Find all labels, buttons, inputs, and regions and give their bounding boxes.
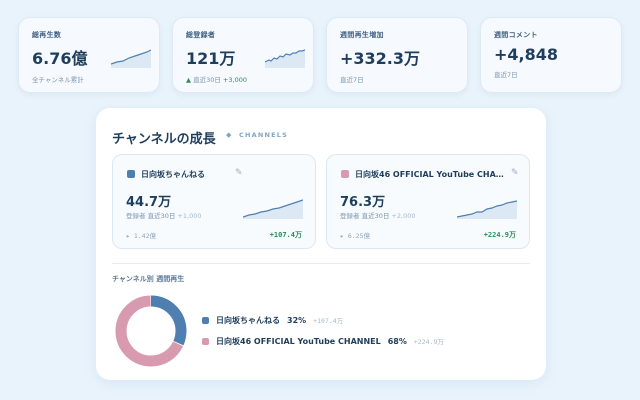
pencil-icon[interactable]: ✎ [235, 168, 243, 178]
channel-color-dot [341, 170, 349, 178]
sparkline-chart [111, 49, 151, 68]
channel-color-dot [127, 170, 135, 178]
channel-sub-delta: +2,000 [391, 212, 416, 220]
stat-sub: ▲ 直近30日 +3,000 [186, 74, 301, 84]
divider [112, 263, 530, 264]
channel-growth: +224.9万 [483, 231, 516, 239]
diamond-icon: ◆ [226, 131, 232, 139]
channel-sub-main: 登録者 直近30日 [340, 212, 390, 220]
channel-card[interactable]: 日向坂46 OFFICIAL YouTube CHA… ✎ 76.3万 登録者 … [326, 154, 530, 249]
channel-sub: 登録者 直近30日 +1,000 [126, 210, 201, 220]
channel-views: ▸ 6.25億 [340, 230, 370, 240]
legend-growth: +107.4万 [313, 317, 344, 325]
panel-subtitle: CHANNELS [239, 131, 288, 139]
legend-percent: 32% [287, 315, 307, 325]
stat-sub: 直近7日 [494, 71, 518, 79]
legend-percent: 68% [387, 336, 407, 346]
stat-card-total-subscribers: 総登録者 121万 ▲ 直近30日 +3,000 [172, 17, 314, 93]
sparkline-chart [243, 199, 303, 219]
stat-value: +4,848 [494, 45, 559, 64]
stat-label: 週間コメント [494, 31, 538, 39]
channel-views-value: 6.25億 [347, 232, 370, 240]
stat-card-weekly-comments: 週間コメント +4,848 直近7日 [480, 17, 622, 93]
stat-value: +332.3万 [340, 49, 421, 68]
weekly-share-donut [115, 295, 187, 367]
stat-sub: 直近7日 [340, 76, 364, 84]
play-icon: ▸ [126, 232, 130, 240]
stat-sub-delta: +3,000 [222, 76, 247, 84]
legend-item: 日向坂46 OFFICIAL YouTube CHANNEL 68% +224.… [202, 335, 444, 347]
channel-sub-main: 登録者 直近30日 [126, 212, 176, 220]
channel-growth-panel: チャンネルの成長 ◆ CHANNELS 日向坂ちゃんねる ✎ 44.7万 登録者… [96, 108, 546, 380]
legend-growth: +224.9万 [413, 338, 444, 346]
legend-color-dot [202, 316, 209, 324]
play-icon: ▸ [340, 232, 344, 240]
channel-name: 日向坂46 OFFICIAL YouTube CHA… [355, 170, 504, 179]
channel-name: 日向坂ちゃんねる [141, 170, 205, 179]
channel-sub-delta: +1,000 [177, 212, 202, 220]
weekly-views-title: チャンネル別 週間再生 [112, 275, 185, 283]
stat-label: 総登録者 [186, 31, 216, 39]
channel-subscribers: 76.3万 [340, 195, 386, 210]
legend-name: 日向坂46 OFFICIAL YouTube CHANNEL [216, 336, 381, 346]
channel-views: ▸ 1.42億 [126, 230, 156, 240]
channel-card[interactable]: 日向坂ちゃんねる ✎ 44.7万 登録者 直近30日 +1,000 ▸ 1.42… [112, 154, 316, 249]
channel-subscribers: 44.7万 [126, 195, 172, 210]
stat-card-total-views: 総再生数 6.76億 全チャンネル累計 [18, 17, 160, 93]
stat-sub-main: 直近30日 [193, 76, 221, 84]
stat-card-weekly-views: 週間再生増加 +332.3万 直近7日 [326, 17, 468, 93]
sparkline-chart [265, 49, 305, 68]
legend-color-dot [202, 337, 209, 345]
channel-views-value: 1.42億 [133, 232, 156, 240]
sparkline-chart [457, 200, 517, 219]
stat-sub: 全チャンネル累計 [32, 76, 84, 84]
channel-growth: +107.4万 [269, 231, 302, 239]
legend-name: 日向坂ちゃんねる [216, 315, 280, 325]
stat-label: 総再生数 [32, 31, 62, 39]
legend-item: 日向坂ちゃんねる 32% +107.4万 [202, 314, 343, 326]
panel-title: チャンネルの成長 [112, 132, 216, 147]
channel-sub: 登録者 直近30日 +2,000 [340, 210, 415, 220]
stat-label: 週間再生増加 [340, 31, 384, 39]
up-arrow-icon: ▲ [186, 76, 191, 84]
pencil-icon[interactable]: ✎ [511, 168, 519, 178]
